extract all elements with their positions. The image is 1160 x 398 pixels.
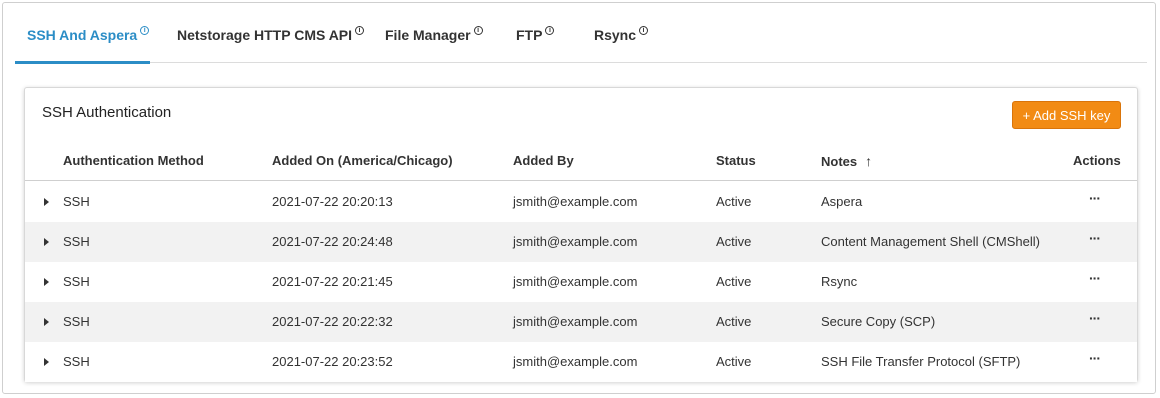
more-actions-icon[interactable]: ··· [1089, 190, 1101, 206]
info-icon[interactable]: i [545, 26, 555, 35]
cell-notes: Aspera [821, 194, 863, 209]
more-actions-icon[interactable]: ··· [1089, 310, 1101, 326]
cell-notes: Content Management Shell (CMShell) [821, 234, 1040, 249]
cell-status: Active [716, 314, 752, 329]
tab-rsync[interactable]: Rsync i [594, 17, 649, 63]
column-header-added-by[interactable]: Added By [513, 153, 574, 168]
cell-added-by: jsmith@example.com [513, 274, 638, 289]
cell-added-by: jsmith@example.com [513, 314, 638, 329]
cell-method: SSH [63, 234, 90, 249]
column-header-status[interactable]: Status [716, 153, 756, 168]
info-icon[interactable]: i [639, 26, 649, 35]
cell-notes: SSH File Transfer Protocol (SFTP) [821, 354, 1021, 369]
cell-method: SSH [63, 274, 90, 289]
table-header: Authentication Method Added On (America/… [25, 144, 1137, 181]
page-frame: SSH And Aspera i Netstorage HTTP CMS API i… [2, 2, 1156, 394]
cell-notes: Rsync [821, 274, 858, 289]
expand-row-icon[interactable] [44, 278, 49, 286]
cell-added-by: jsmith@example.com [513, 234, 638, 249]
cell-added-by: jsmith@example.com [513, 354, 638, 369]
cell-status: Active [716, 354, 752, 369]
column-header-notes[interactable]: Notes ↑ [821, 153, 872, 169]
add-ssh-key-button[interactable]: + Add SSH key [1012, 101, 1121, 129]
cell-added-on: 2021-07-22 20:20:13 [272, 194, 393, 209]
cell-status: Active [716, 194, 752, 209]
tab-netstorage-http-cms-api[interactable]: Netstorage HTTP CMS API i [177, 17, 365, 63]
tab-label: File Manager [385, 27, 471, 43]
info-icon[interactable]: i [473, 26, 483, 35]
tab-label: Rsync [594, 27, 637, 43]
table-row[interactable]: SSH 2021-07-22 20:20:13 jsmith@example.c… [25, 182, 1137, 222]
tab-label: SSH And Aspera [27, 27, 138, 43]
column-header-label: Notes [821, 154, 858, 169]
tab-ssh-and-aspera[interactable]: SSH And Aspera i [15, 17, 150, 64]
tab-ftp[interactable]: FTP i [516, 17, 555, 63]
expand-row-icon[interactable] [44, 198, 49, 206]
expand-row-icon[interactable] [44, 358, 49, 366]
info-icon[interactable]: i [140, 26, 150, 35]
table-row[interactable]: SSH 2021-07-22 20:22:32 jsmith@example.c… [25, 302, 1137, 342]
table-row[interactable]: SSH 2021-07-22 20:24:48 jsmith@example.c… [25, 222, 1137, 262]
more-actions-icon[interactable]: ··· [1089, 350, 1101, 366]
cell-status: Active [716, 234, 752, 249]
cell-added-on: 2021-07-22 20:22:32 [272, 314, 393, 329]
info-icon[interactable]: i [355, 26, 365, 35]
cell-method: SSH [63, 314, 90, 329]
expand-row-icon[interactable] [44, 238, 49, 246]
cell-added-by: jsmith@example.com [513, 194, 638, 209]
cell-added-on: 2021-07-22 20:21:45 [272, 274, 393, 289]
card-title: SSH Authentication [42, 104, 172, 121]
column-header-authentication-method[interactable]: Authentication Method [63, 153, 204, 168]
sort-ascending-icon[interactable]: ↑ [865, 153, 872, 169]
cell-notes: Secure Copy (SCP) [821, 314, 936, 329]
tab-file-manager[interactable]: File Manager i [385, 17, 483, 63]
cell-method: SSH [63, 354, 90, 369]
cell-method: SSH [63, 194, 90, 209]
table-row[interactable]: SSH 2021-07-22 20:23:52 jsmith@example.c… [25, 342, 1137, 382]
more-actions-icon[interactable]: ··· [1089, 270, 1101, 286]
more-actions-icon[interactable]: ··· [1089, 230, 1101, 246]
cell-status: Active [716, 274, 752, 289]
column-header-actions: Actions [1073, 153, 1121, 168]
tab-bar: SSH And Aspera i Netstorage HTTP CMS API i… [15, 17, 1147, 64]
ssh-authentication-card: SSH Authentication + Add SSH key Authent… [24, 87, 1138, 382]
tab-label: FTP [516, 27, 543, 43]
cell-added-on: 2021-07-22 20:23:52 [272, 354, 393, 369]
table-row[interactable]: SSH 2021-07-22 20:21:45 jsmith@example.c… [25, 262, 1137, 302]
cell-added-on: 2021-07-22 20:24:48 [272, 234, 393, 249]
column-header-added-on[interactable]: Added On (America/Chicago) [272, 153, 453, 168]
expand-row-icon[interactable] [44, 318, 49, 326]
tab-label: Netstorage HTTP CMS API [177, 27, 353, 43]
